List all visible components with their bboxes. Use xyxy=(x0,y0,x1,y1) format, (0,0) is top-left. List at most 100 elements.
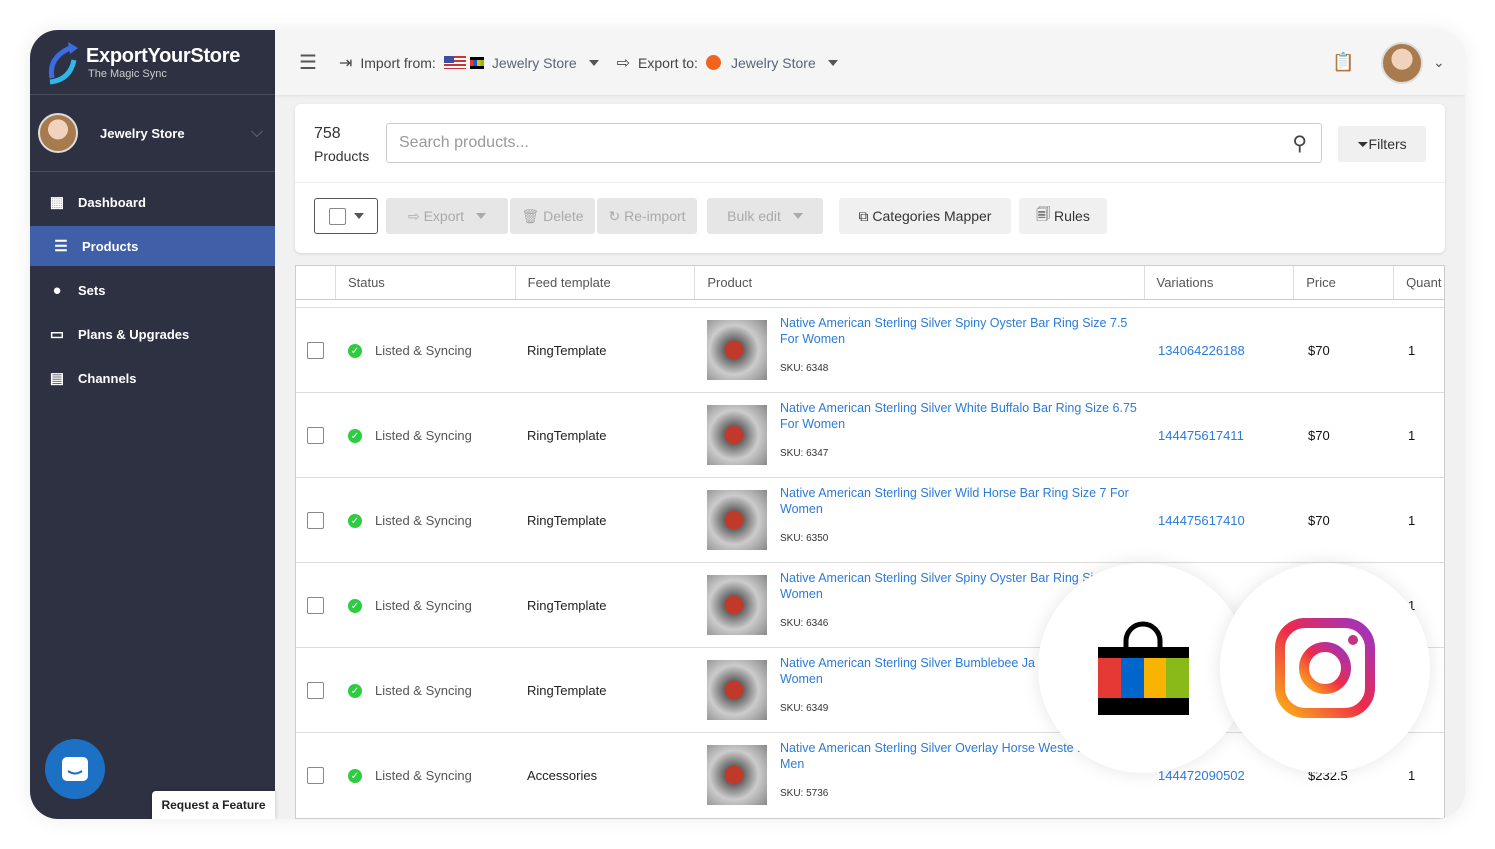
logo[interactable]: ExportYourStore The Magic Sync xyxy=(30,30,275,95)
chevron-down-icon[interactable]: ⌄ xyxy=(1433,54,1445,71)
column-price[interactable]: Price xyxy=(1294,266,1395,299)
sidebar-item-products[interactable]: ☰ Products xyxy=(30,226,275,266)
product-sku: SKU: 6347 xyxy=(780,448,829,459)
feed-template: RingTemplate xyxy=(527,598,607,613)
brand-name: ExportYourStore xyxy=(86,44,241,67)
header-spacer xyxy=(296,266,336,299)
product-thumbnail[interactable] xyxy=(707,405,767,465)
product-thumbnail[interactable] xyxy=(707,575,767,635)
feed-template: RingTemplate xyxy=(527,343,607,358)
feed-template: Accessories xyxy=(527,768,598,783)
column-feed-template[interactable]: Feed template xyxy=(516,266,696,299)
chat-button[interactable] xyxy=(45,739,105,799)
categories-mapper-button[interactable]: ⧉ Categories Mapper xyxy=(839,198,1011,234)
chevron-down-icon: ⌵ xyxy=(250,124,263,141)
trash-icon: 🗑 xyxy=(521,207,544,224)
sets-icon: ● xyxy=(52,281,62,299)
etsy-icon xyxy=(705,55,721,70)
store-selector[interactable]: Jewelry Store ⌵ xyxy=(30,95,275,172)
column-product[interactable]: Product xyxy=(695,266,1145,299)
sidebar: ExportYourStore The Magic Sync Jewelry St… xyxy=(30,30,275,819)
sidebar-item-label: Products xyxy=(82,238,139,254)
filter-icon: ⏷ xyxy=(1357,135,1369,152)
brand-tagline: The Magic Sync xyxy=(88,67,167,80)
product-title-link[interactable]: Native American Sterling Silver Wild Hor… xyxy=(780,485,1140,517)
price: $70 xyxy=(1308,343,1330,358)
search-input[interactable]: Search products... ⚲ xyxy=(386,123,1322,163)
check-circle-icon: ✓ xyxy=(348,429,362,443)
variation-link[interactable]: 144475617411 xyxy=(1158,428,1244,443)
import-store-dropdown[interactable]: Jewelry Store xyxy=(492,55,577,71)
top-bar: ☰ ⇥ Import from: Jewelry Store ⇨ Export … xyxy=(275,30,1465,95)
user-avatar[interactable] xyxy=(1381,41,1423,84)
feed-template: RingTemplate xyxy=(527,513,607,528)
row-checkbox[interactable] xyxy=(307,342,324,359)
product-sku: SKU: 6350 xyxy=(780,533,829,544)
menu-icon[interactable]: ☰ xyxy=(299,50,317,75)
product-sku: SKU: 6349 xyxy=(780,703,829,714)
categories-mapper-label: Categories Mapper xyxy=(872,208,992,224)
clipboard-icon[interactable]: 📋 xyxy=(1332,52,1354,73)
reimport-button[interactable]: ↻ Re-import xyxy=(597,198,697,234)
check-circle-icon: ✓ xyxy=(348,769,362,783)
rules-label: Rules xyxy=(1054,208,1090,224)
product-thumbnail[interactable] xyxy=(707,490,767,550)
column-quantity[interactable]: Quant xyxy=(1394,266,1444,299)
store-avatar xyxy=(38,113,78,153)
row-checkbox[interactable] xyxy=(307,767,324,784)
row-checkbox[interactable] xyxy=(307,512,324,529)
status-text: Listed & Syncing xyxy=(375,683,472,698)
product-thumbnail[interactable] xyxy=(707,745,767,805)
table-row[interactable]: ✓ Listed & Syncing RingTemplate Native A… xyxy=(296,307,1444,392)
variation-link[interactable]: 134064226188 xyxy=(1158,343,1245,358)
caret-down-icon xyxy=(353,213,364,219)
variation-link[interactable]: 144472090502 xyxy=(1158,768,1245,783)
instagram-channel-badge xyxy=(1220,563,1430,773)
search-icon[interactable]: ⚲ xyxy=(1292,131,1307,156)
table-row[interactable]: ✓ Listed & Syncing RingTemplate Native A… xyxy=(296,392,1444,477)
sidebar-item-sets[interactable]: ● Sets xyxy=(30,270,275,310)
product-thumbnail[interactable] xyxy=(707,660,767,720)
filters-button[interactable]: ⏷ Filters xyxy=(1338,126,1426,162)
bulk-edit-button[interactable]: Bulk edit xyxy=(707,198,823,234)
export-button[interactable]: ⇨ Export xyxy=(386,198,508,234)
request-feature-button[interactable]: Request a Feature xyxy=(152,791,275,819)
instagram-icon xyxy=(1275,618,1375,718)
variation-link[interactable]: 144475617410 xyxy=(1158,513,1245,528)
rules-button[interactable]: 🗐 Rules xyxy=(1019,198,1107,234)
column-variations[interactable]: Variations xyxy=(1145,266,1295,299)
sidebar-item-label: Channels xyxy=(78,370,137,386)
row-checkbox[interactable] xyxy=(307,597,324,614)
status-text: Listed & Syncing xyxy=(375,598,472,613)
divider xyxy=(295,182,1445,183)
sync-icon: ↻ xyxy=(608,207,625,224)
product-sku: SKU: 5736 xyxy=(780,788,829,799)
product-sku: SKU: 6348 xyxy=(780,363,829,374)
product-title-link[interactable]: Native American Sterling Silver White Bu… xyxy=(780,400,1140,432)
sidebar-item-plans[interactable]: ▭ Plans & Upgrades xyxy=(30,314,275,354)
caret-down-icon[interactable] xyxy=(827,59,838,66)
reimport-label: Re-import xyxy=(624,208,686,224)
select-all-checkbox[interactable] xyxy=(328,207,346,225)
delete-button[interactable]: 🗑 Delete xyxy=(510,198,595,234)
row-checkbox[interactable] xyxy=(307,682,324,699)
column-status[interactable]: Status xyxy=(336,266,516,299)
caret-down-icon[interactable] xyxy=(588,59,599,66)
sidebar-item-channels[interactable]: ▤ Channels xyxy=(30,358,275,398)
status-text: Listed & Syncing xyxy=(375,768,472,783)
product-title-link[interactable]: Native American Sterling Silver Spiny Oy… xyxy=(780,315,1140,347)
shopping-bag-icon xyxy=(1098,621,1189,715)
quantity: 1 xyxy=(1408,343,1416,358)
row-checkbox[interactable] xyxy=(307,427,324,444)
check-circle-icon: ✓ xyxy=(348,514,362,528)
sidebar-item-dashboard[interactable]: ▦ Dashboard xyxy=(30,182,275,222)
sidebar-item-label: Dashboard xyxy=(78,194,146,210)
caret-down-icon xyxy=(792,213,803,219)
export-label: Export xyxy=(423,208,465,224)
export-icon: ⇨ xyxy=(407,207,424,224)
select-all-dropdown[interactable] xyxy=(314,198,378,234)
product-sku: SKU: 6346 xyxy=(780,618,829,629)
product-thumbnail[interactable] xyxy=(707,320,767,380)
export-store-dropdown[interactable]: Jewelry Store xyxy=(731,55,816,71)
table-row[interactable]: ✓ Listed & Syncing RingTemplate Native A… xyxy=(296,477,1444,562)
